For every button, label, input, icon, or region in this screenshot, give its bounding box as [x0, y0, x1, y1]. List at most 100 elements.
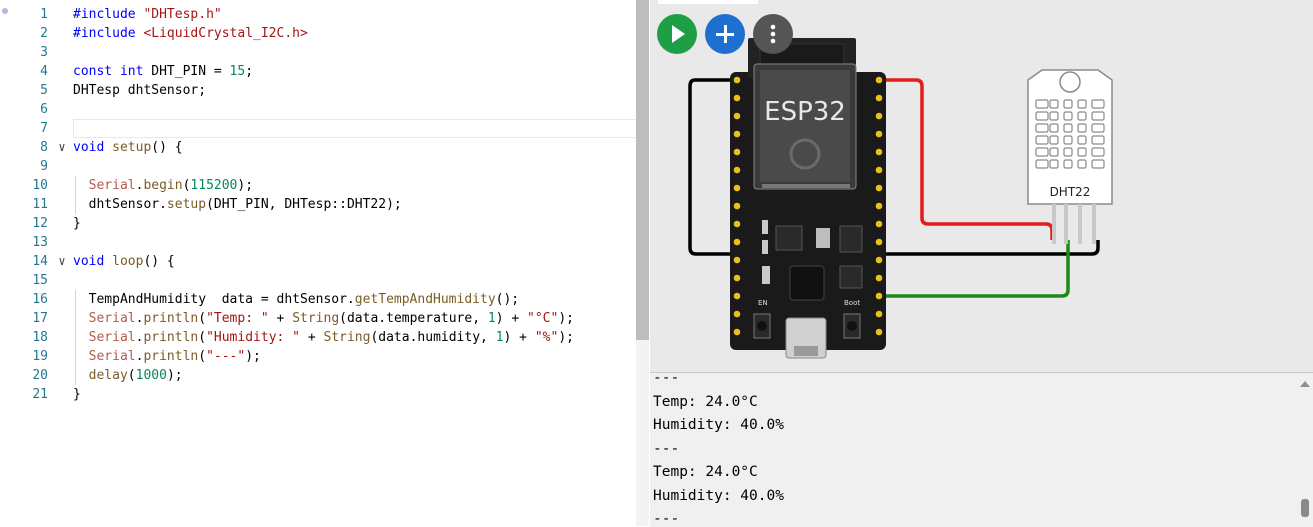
header-pin[interactable] — [875, 238, 883, 246]
header-pin[interactable] — [733, 274, 741, 282]
header-pin[interactable] — [733, 112, 741, 120]
code-token: Serial — [88, 178, 136, 193]
header-pin[interactable] — [733, 238, 741, 246]
dht22-label: DHT22 — [1050, 185, 1091, 199]
code-line[interactable]: 7 — [0, 119, 636, 138]
code-line[interactable]: 3 — [0, 43, 636, 62]
simulation-canvas[interactable]: ESP32 EN Boot DHT22 — [650, 0, 1313, 372]
header-pin[interactable] — [875, 76, 883, 84]
serial-scrollbar-thumb[interactable] — [1301, 499, 1309, 517]
play-icon — [672, 25, 685, 43]
fold-chevron-icon[interactable]: ∨ — [55, 138, 69, 157]
header-pin[interactable] — [875, 220, 883, 228]
code-line[interactable]: 15 — [0, 271, 636, 290]
header-pin[interactable] — [875, 94, 883, 102]
header-pin[interactable] — [875, 274, 883, 282]
code-token: + — [300, 330, 324, 345]
header-pin[interactable] — [875, 184, 883, 192]
code-line[interactable]: 20 delay(1000); — [0, 366, 636, 385]
header-pin[interactable] — [733, 202, 741, 210]
code-line[interactable]: 6 — [0, 100, 636, 119]
esp32-board[interactable]: ESP32 EN Boot — [730, 38, 886, 359]
header-pin[interactable] — [733, 220, 741, 228]
code-line[interactable]: 17 Serial.println("Temp: " + String(data… — [0, 309, 636, 328]
grille-slot — [1091, 159, 1105, 169]
serial-output-line: Humidity: 40.0% — [653, 487, 784, 504]
code-line[interactable]: 14 ∨ void loop() { — [0, 252, 636, 271]
code-token: () { — [143, 254, 175, 269]
serial-monitor[interactable]: --- Temp: 24.0°C Humidity: 40.0% --- Temp: 2… — [650, 372, 1313, 527]
grille-slot — [1049, 135, 1059, 145]
code-line[interactable]: 5 DHTesp dhtSensor; — [0, 81, 636, 100]
more-options-button[interactable] — [753, 14, 793, 54]
grille-slot — [1035, 135, 1049, 145]
code-token: Serial — [88, 330, 136, 345]
code-token: 1 — [487, 311, 496, 326]
header-pin[interactable] — [733, 256, 741, 264]
grille-slot — [1049, 99, 1059, 109]
grille-slot — [1077, 159, 1087, 169]
header-pin[interactable] — [875, 202, 883, 210]
code-editor[interactable]: 1 #include "DHTesp.h" 2 #include <LiquidCry… — [0, 0, 636, 526]
code-line[interactable]: 9 — [0, 157, 636, 176]
code-line[interactable]: 13 — [0, 233, 636, 252]
header-pin[interactable] — [875, 112, 883, 120]
code-line[interactable]: 18 Serial.println("Humidity: " + String(… — [0, 328, 636, 347]
header-pin[interactable] — [733, 166, 741, 174]
code-token: () { — [151, 140, 183, 155]
header-pin[interactable] — [733, 130, 741, 138]
header-pin[interactable] — [875, 130, 883, 138]
code-line[interactable]: 1 #include "DHTesp.h" — [0, 5, 636, 24]
header-pin[interactable] — [875, 310, 883, 318]
line-number: 11 — [32, 197, 48, 212]
line-number: 12 — [32, 216, 48, 231]
code-line[interactable]: 2 #include <LiquidCrystal_I2C.h> — [0, 24, 636, 43]
code-line[interactable]: 16 TempAndHumidity data = dhtSensor.getT… — [0, 290, 636, 309]
start-simulation-button[interactable] — [657, 14, 697, 54]
header-pin[interactable] — [875, 328, 883, 336]
editor-scrollbar-thumb[interactable] — [636, 0, 649, 340]
dht22-sensor[interactable]: DHT22 — [1027, 69, 1113, 244]
code-text: Serial.println("Humidity: " + String(dat… — [73, 328, 574, 347]
code-text: #include <LiquidCrystal_I2C.h> — [73, 24, 308, 43]
header-pin[interactable] — [875, 148, 883, 156]
grille-slot — [1091, 111, 1105, 121]
header-pin[interactable] — [733, 148, 741, 156]
fold-chevron-icon[interactable]: ∨ — [55, 252, 69, 271]
grille-slot — [1077, 123, 1087, 133]
header-pin[interactable] — [733, 184, 741, 192]
code-text: #include "DHTesp.h" — [73, 5, 222, 24]
header-pin[interactable] — [733, 310, 741, 318]
code-line[interactable]: 8 ∨ void setup() { — [0, 138, 636, 157]
grille-slot — [1063, 159, 1073, 169]
editor-scrollbar[interactable] — [636, 0, 649, 526]
code-token: ); — [166, 368, 183, 383]
header-pin[interactable] — [733, 292, 741, 300]
code-line[interactable]: 19 Serial.println("---"); — [0, 347, 636, 366]
data-wire[interactable] — [884, 240, 1070, 298]
header-pin[interactable] — [875, 166, 883, 174]
code-token: delay — [88, 368, 128, 383]
code-line[interactable]: 10 Serial.begin(115200); — [0, 176, 636, 195]
scroll-up-icon[interactable] — [1300, 381, 1310, 387]
code-line[interactable]: 21} — [0, 385, 636, 404]
code-token: } — [73, 216, 81, 231]
serial-output-line: Temp: 24.0°C — [653, 393, 758, 410]
en-label: EN — [758, 299, 768, 307]
vcc-wire[interactable] — [884, 78, 1054, 240]
code-line[interactable]: 4 const int DHT_PIN = 15; — [0, 62, 636, 81]
header-pin[interactable] — [733, 328, 741, 336]
header-pin[interactable] — [733, 94, 741, 102]
header-pin[interactable] — [875, 292, 883, 300]
code-token: void — [73, 140, 105, 155]
code-token: <LiquidCrystal_I2C.h> — [143, 26, 308, 41]
code-text: void setup() { — [73, 138, 183, 157]
header-pin[interactable] — [875, 256, 883, 264]
code-token: ) + — [495, 311, 528, 326]
add-part-button[interactable] — [705, 14, 745, 54]
code-line[interactable]: 12} — [0, 214, 636, 233]
header-pin[interactable] — [733, 76, 741, 84]
serial-scrollbar[interactable] — [1297, 373, 1313, 527]
code-line[interactable]: 11 dhtSensor.setup(DHT_PIN, DHTesp::DHT2… — [0, 195, 636, 214]
